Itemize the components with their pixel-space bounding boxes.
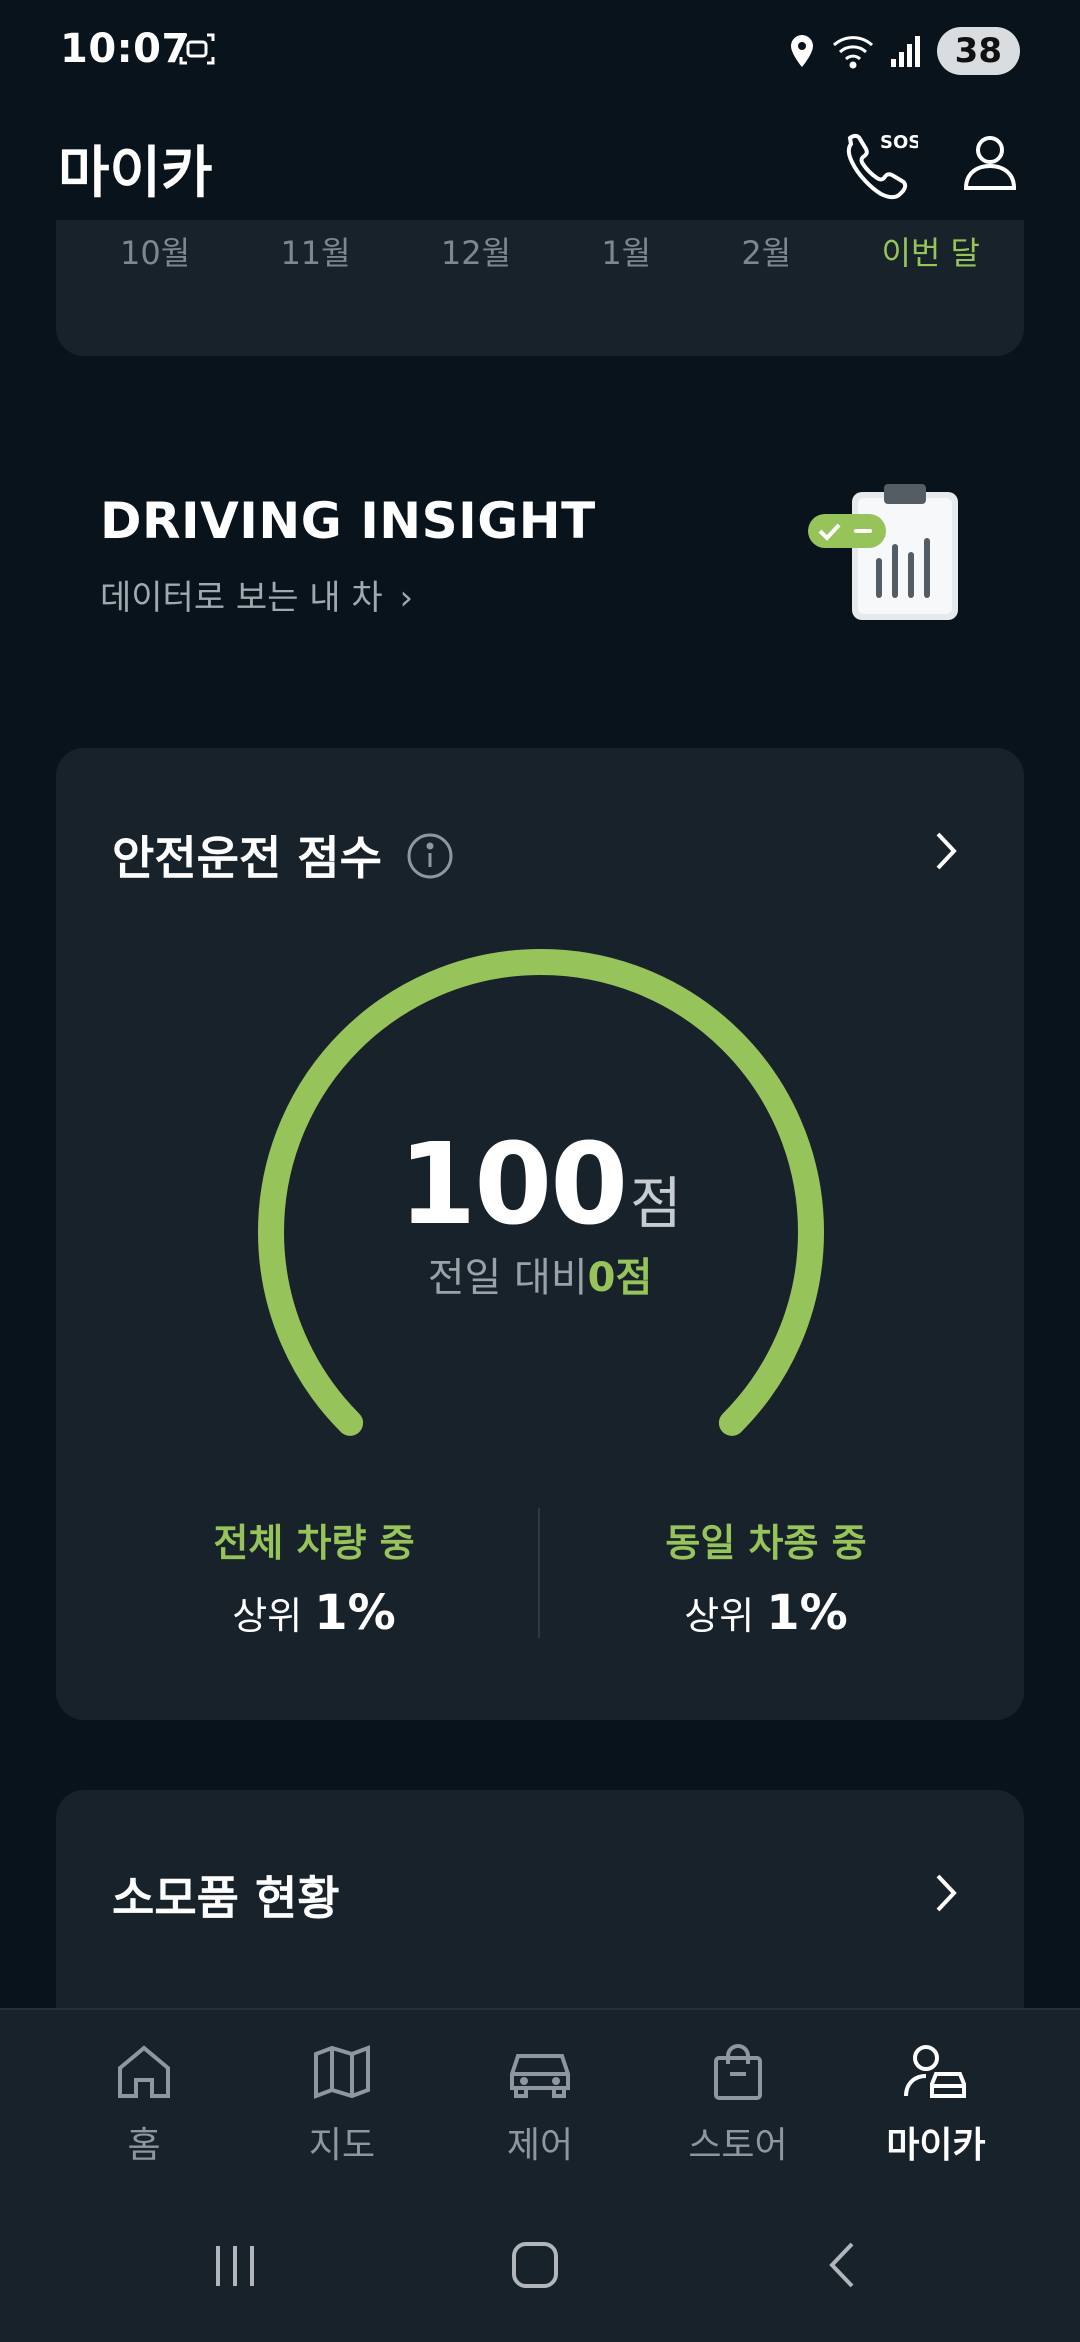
home-button[interactable] [510,2240,560,2294]
nav-control-label: 제어 [506,2125,574,2166]
nav-store[interactable]: 스토어 [668,2040,808,2168]
car-icon [510,2054,570,2098]
rank-same-prefix: 상위 [684,1594,755,1638]
nav-map[interactable]: 지도 [272,2040,412,2168]
mycar-icon [904,2045,966,2098]
score-unit: 점 [630,1172,682,1237]
nav-control[interactable]: 제어 [470,2040,610,2168]
rank-all-prefix: 상위 [232,1594,303,1638]
rank-all-vehicles: 전체 차량 중 상위 1% [114,1512,514,1641]
nav-home[interactable]: 홈 [74,2040,214,2168]
back-button[interactable] [820,2240,870,2294]
map-icon [314,2045,370,2099]
rank-divider [538,1508,540,1638]
rank-all-value-row: 상위 1% [114,1585,514,1641]
rank-same-value: 1% [766,1585,848,1641]
nav-map-label: 지도 [308,2125,376,2166]
consumables-title: 소모품 현황 [112,1871,340,1925]
nav-mycar[interactable]: 마이카 [866,2040,1006,2168]
rank-same-model: 동일 차종 중 상위 1% [566,1512,966,1641]
rank-all-label: 전체 차량 중 [213,1521,415,1565]
shopping-bag-icon [714,2044,762,2100]
chevron-right-icon[interactable] [926,1868,966,1922]
compare-label: 전일 대비 [427,1255,588,1301]
rank-same-label: 동일 차종 중 [665,1521,867,1565]
score-compare: 전일 대비0점 [0,1245,1080,1303]
compare-value: 0점 [587,1255,653,1301]
nav-home-label: 홈 [127,2125,161,2166]
score-display: 100점 [0,1120,1080,1250]
rank-all-value: 1% [314,1585,396,1641]
home-icon [118,2045,170,2098]
nav-mycar-label: 마이카 [886,2125,986,2166]
nav-store-label: 스토어 [688,2125,788,2166]
rank-same-value-row: 상위 1% [566,1585,966,1641]
score-value: 100 [398,1120,628,1250]
recent-apps-button[interactable] [210,2240,260,2294]
